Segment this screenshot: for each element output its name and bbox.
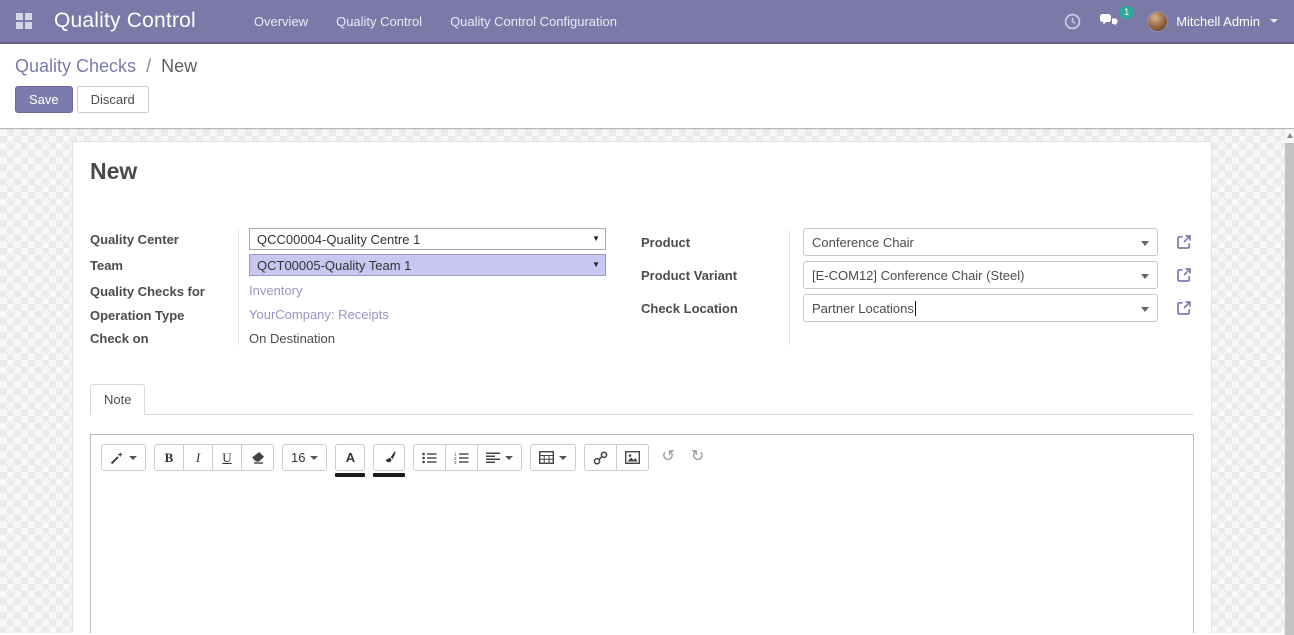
form-sheet: New Quality Center QCC00004-Quality Cent… xyxy=(72,141,1212,633)
text-color-swatch xyxy=(335,473,365,477)
form-grid: Quality Center QCC00004-Quality Centre 1… xyxy=(90,228,1194,347)
bold-button[interactable]: B xyxy=(154,444,184,471)
menu-quality-control-configuration[interactable]: Quality Control Configuration xyxy=(448,0,619,43)
align-left-icon xyxy=(486,452,500,464)
breadcrumb-quality-checks[interactable]: Quality Checks xyxy=(15,56,136,76)
messages-badge: 1 xyxy=(1119,6,1134,19)
control-panel: Quality Checks / New Save Discard xyxy=(0,44,1294,129)
paragraph-align-button[interactable] xyxy=(477,444,522,471)
paintbrush-icon xyxy=(382,450,396,465)
quality-checks-for-link[interactable]: Inventory xyxy=(249,283,302,298)
menu-quality-control[interactable]: Quality Control xyxy=(334,0,424,43)
product-combobox[interactable]: Conference Chair xyxy=(803,228,1158,256)
product-external-link-icon[interactable] xyxy=(1158,234,1192,250)
user-menu[interactable]: Mitchell Admin xyxy=(1147,11,1278,32)
text-color-letter: A xyxy=(335,444,365,471)
user-name: Mitchell Admin xyxy=(1176,14,1260,29)
caret-down-icon xyxy=(505,456,513,460)
discard-button[interactable]: Discard xyxy=(77,86,149,113)
link-icon xyxy=(593,451,608,465)
note-editor: B I U 16 A xyxy=(90,434,1194,633)
note-editable-area[interactable] xyxy=(91,486,1193,633)
apps-menu-icon[interactable] xyxy=(16,13,32,29)
clear-format-button[interactable] xyxy=(241,444,274,471)
quality-center-select[interactable]: QCC00004-Quality Centre 1 xyxy=(249,228,606,250)
label-team: Team xyxy=(90,258,249,273)
notebook-tabs: Note xyxy=(90,384,1194,415)
font-size-dropdown[interactable]: 16 xyxy=(282,444,327,471)
topbar: Quality Control Overview Quality Control… xyxy=(0,0,1294,44)
bullet-list-icon xyxy=(422,452,437,464)
menu-overview[interactable]: Overview xyxy=(252,0,310,43)
operation-type-link[interactable]: YourCompany: Receipts xyxy=(249,307,389,322)
check-on-value: On Destination xyxy=(249,331,606,346)
italic-button[interactable]: I xyxy=(183,444,213,471)
tab-note[interactable]: Note xyxy=(90,384,145,415)
content-area: New Quality Center QCC00004-Quality Cent… xyxy=(0,129,1294,633)
caret-down-icon xyxy=(1270,19,1278,23)
ordered-list-button[interactable]: 123 xyxy=(445,444,478,471)
redo-button[interactable]: ↻ xyxy=(687,444,708,470)
table-button[interactable] xyxy=(530,444,576,471)
app-title[interactable]: Quality Control xyxy=(54,9,196,33)
eraser-icon xyxy=(250,451,265,464)
form-group-right: Product Conference Chair Product Variant… xyxy=(641,228,1192,347)
insert-image-button[interactable] xyxy=(616,444,649,471)
check-location-external-link-icon[interactable] xyxy=(1158,300,1192,316)
topbar-menu: Overview Quality Control Quality Control… xyxy=(252,0,619,43)
label-check-on: Check on xyxy=(90,331,249,346)
text-cursor xyxy=(915,301,916,316)
highlight-color-button[interactable] xyxy=(373,444,405,477)
numbered-list-icon: 123 xyxy=(454,452,469,464)
scrollbar-thumb[interactable] xyxy=(1285,143,1294,635)
form-group-left: Quality Center QCC00004-Quality Centre 1… xyxy=(90,228,606,347)
vertical-scrollbar xyxy=(1284,129,1294,635)
svg-text:3: 3 xyxy=(454,460,457,464)
user-avatar xyxy=(1147,11,1168,32)
caret-down-icon xyxy=(129,456,137,460)
caret-down-icon xyxy=(1141,241,1149,246)
caret-down-icon xyxy=(1141,274,1149,279)
highlight-color-swatch xyxy=(373,473,405,477)
breadcrumb-current: New xyxy=(161,56,197,76)
label-quality-checks-for: Quality Checks for xyxy=(90,284,249,299)
save-button[interactable]: Save xyxy=(15,86,73,113)
unordered-list-button[interactable] xyxy=(413,444,446,471)
check-location-combobox[interactable]: Partner Locations xyxy=(803,294,1158,322)
style-magic-wand-button[interactable] xyxy=(101,444,146,471)
label-check-location: Check Location xyxy=(641,301,803,316)
activity-clock-icon[interactable] xyxy=(1064,13,1081,30)
record-title: New xyxy=(90,158,1194,185)
breadcrumb: Quality Checks / New xyxy=(15,56,1279,77)
team-select[interactable]: QCT00005-Quality Team 1 xyxy=(249,254,606,276)
label-product-variant: Product Variant xyxy=(641,268,803,283)
insert-link-button[interactable] xyxy=(584,444,617,471)
editor-toolbar: B I U 16 A xyxy=(91,435,1193,486)
caret-down-icon xyxy=(559,456,567,460)
messages-icon[interactable]: 1 xyxy=(1099,13,1121,29)
caret-down-icon xyxy=(1141,307,1149,312)
underline-button[interactable]: U xyxy=(212,444,242,471)
label-product: Product xyxy=(641,235,803,250)
magic-wand-icon xyxy=(110,451,124,465)
label-operation-type: Operation Type xyxy=(90,308,249,323)
caret-down-icon xyxy=(310,456,318,460)
product-variant-combobox[interactable]: [E-COM12] Conference Chair (Steel) xyxy=(803,261,1158,289)
text-color-button[interactable]: A xyxy=(335,444,365,477)
undo-button[interactable]: ↺ xyxy=(657,444,678,470)
table-icon xyxy=(539,451,554,464)
breadcrumb-separator: / xyxy=(146,56,151,76)
picture-icon xyxy=(625,451,640,464)
label-quality-center: Quality Center xyxy=(90,232,249,247)
scrollbar-up-arrow[interactable] xyxy=(1287,133,1293,138)
product-variant-external-link-icon[interactable] xyxy=(1158,267,1192,283)
